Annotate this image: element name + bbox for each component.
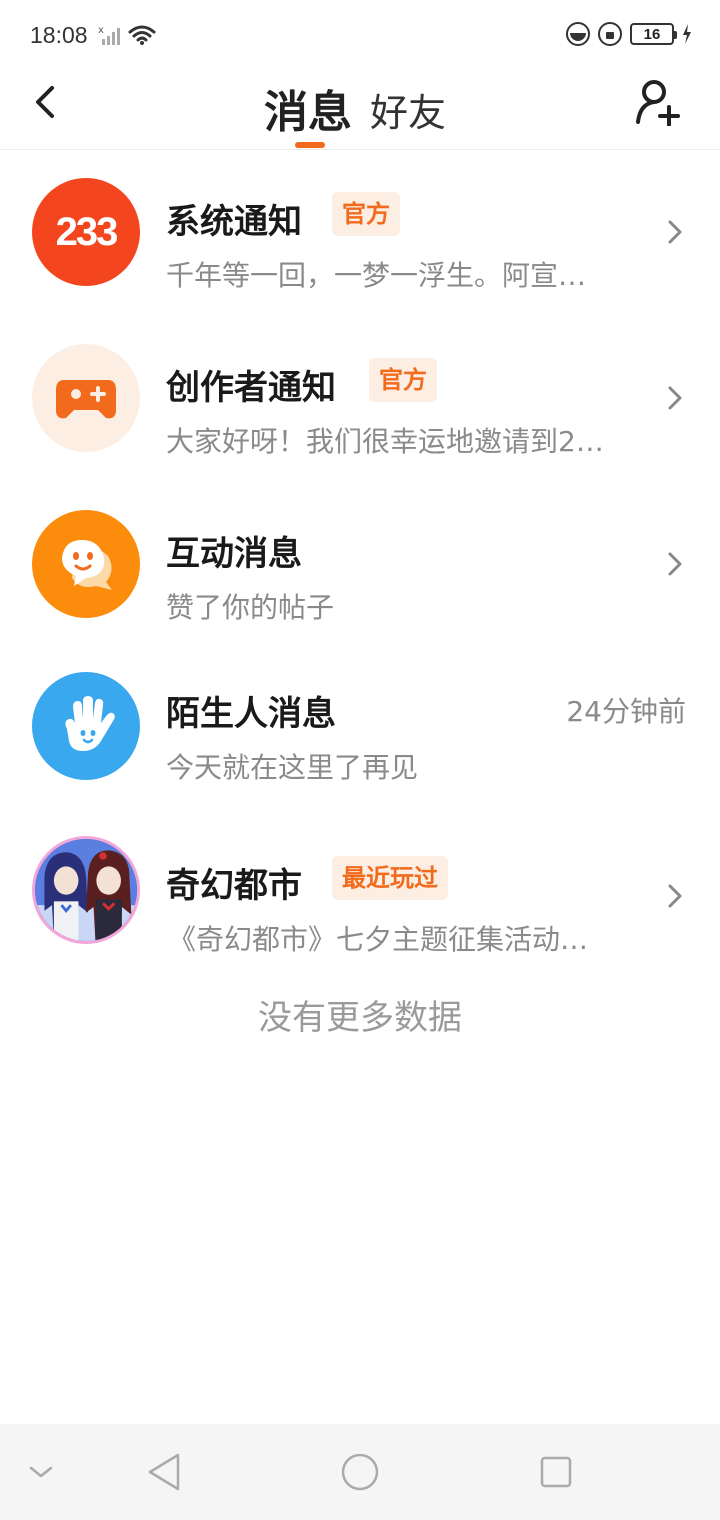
game-characters-avatar bbox=[32, 836, 140, 944]
233-logo-icon: 233 bbox=[32, 178, 140, 286]
message-title: 创作者通知 bbox=[166, 368, 336, 408]
list-item-system-notice[interactable]: 233 系统通知 官方 千年等一回，一梦一浮生。阿宣… bbox=[0, 150, 720, 316]
message-preview: 今天就在这里了再见 bbox=[166, 751, 419, 784]
message-time: 24分钟前 bbox=[566, 695, 686, 728]
message-preview: 千年等一回，一梦一浮生。阿宣… bbox=[166, 259, 587, 292]
svg-text:x: x bbox=[98, 25, 104, 36]
official-badge: 官方 bbox=[332, 192, 400, 236]
list-item-fantasy-city[interactable]: 奇幻都市 最近玩过 《奇幻都市》七夕主题征集活动… bbox=[0, 814, 720, 980]
list-item-interaction[interactable]: 互动消息 赞了你的帖子 bbox=[0, 482, 720, 648]
back-icon[interactable] bbox=[26, 80, 70, 124]
recently-played-badge: 最近玩过 bbox=[332, 856, 448, 900]
tab-friends[interactable]: 好友 bbox=[370, 82, 446, 137]
gamepad-icon bbox=[32, 344, 140, 452]
message-preview: 《奇幻都市》七夕主题征集活动… bbox=[168, 923, 589, 956]
nav-home-icon[interactable] bbox=[340, 1450, 380, 1494]
wifi-icon bbox=[128, 25, 156, 45]
message-title: 系统通知 bbox=[166, 202, 302, 242]
status-time: 18:08 bbox=[30, 22, 88, 48]
message-title: 奇幻都市 bbox=[166, 866, 302, 906]
lock-rotation-icon bbox=[598, 22, 622, 46]
message-preview: 赞了你的帖子 bbox=[166, 591, 335, 624]
header: 消息 好友 bbox=[0, 72, 720, 150]
no-more-data-text: 没有更多数据 bbox=[258, 998, 462, 1038]
list-item-stranger-messages[interactable]: 陌生人消息 24分钟前 今天就在这里了再见 bbox=[0, 648, 720, 814]
avatar-logo-text: 233 bbox=[55, 209, 119, 254]
chevron-right-icon bbox=[668, 220, 682, 244]
nav-recents-icon[interactable] bbox=[538, 1450, 574, 1494]
chat-bubble-icon bbox=[32, 510, 140, 618]
tab-messages[interactable]: 消息 bbox=[264, 76, 352, 140]
data-saver-icon bbox=[566, 22, 590, 46]
waving-hand-icon bbox=[32, 672, 140, 780]
message-title: 陌生人消息 bbox=[166, 694, 336, 734]
chevron-right-icon bbox=[668, 386, 682, 410]
message-title: 互动消息 bbox=[166, 534, 302, 574]
add-friend-icon[interactable] bbox=[634, 78, 682, 126]
list-item-creator-notice[interactable]: 创作者通知 官方 大家好呀！我们很幸运地邀请到2… bbox=[0, 316, 720, 482]
official-badge: 官方 bbox=[369, 358, 437, 402]
message-preview: 大家好呀！我们很幸运地邀请到2… bbox=[166, 425, 604, 458]
message-list: 233 系统通知 官方 千年等一回，一梦一浮生。阿宣… 创作者通知 官方 大家好… bbox=[0, 150, 720, 980]
nav-back-icon[interactable] bbox=[146, 1450, 182, 1494]
battery-level: 16 bbox=[643, 25, 661, 43]
chevron-right-icon bbox=[668, 884, 682, 908]
battery-icon: 16 bbox=[630, 23, 677, 45]
system-nav-bar bbox=[0, 1424, 720, 1520]
tab-indicator bbox=[295, 142, 325, 148]
chevron-right-icon bbox=[668, 552, 682, 576]
charging-icon bbox=[683, 24, 691, 44]
chevron-down-icon[interactable] bbox=[28, 1450, 54, 1494]
status-bar: 18:08 x 16 bbox=[0, 0, 720, 72]
signal-icon: x bbox=[98, 25, 120, 45]
